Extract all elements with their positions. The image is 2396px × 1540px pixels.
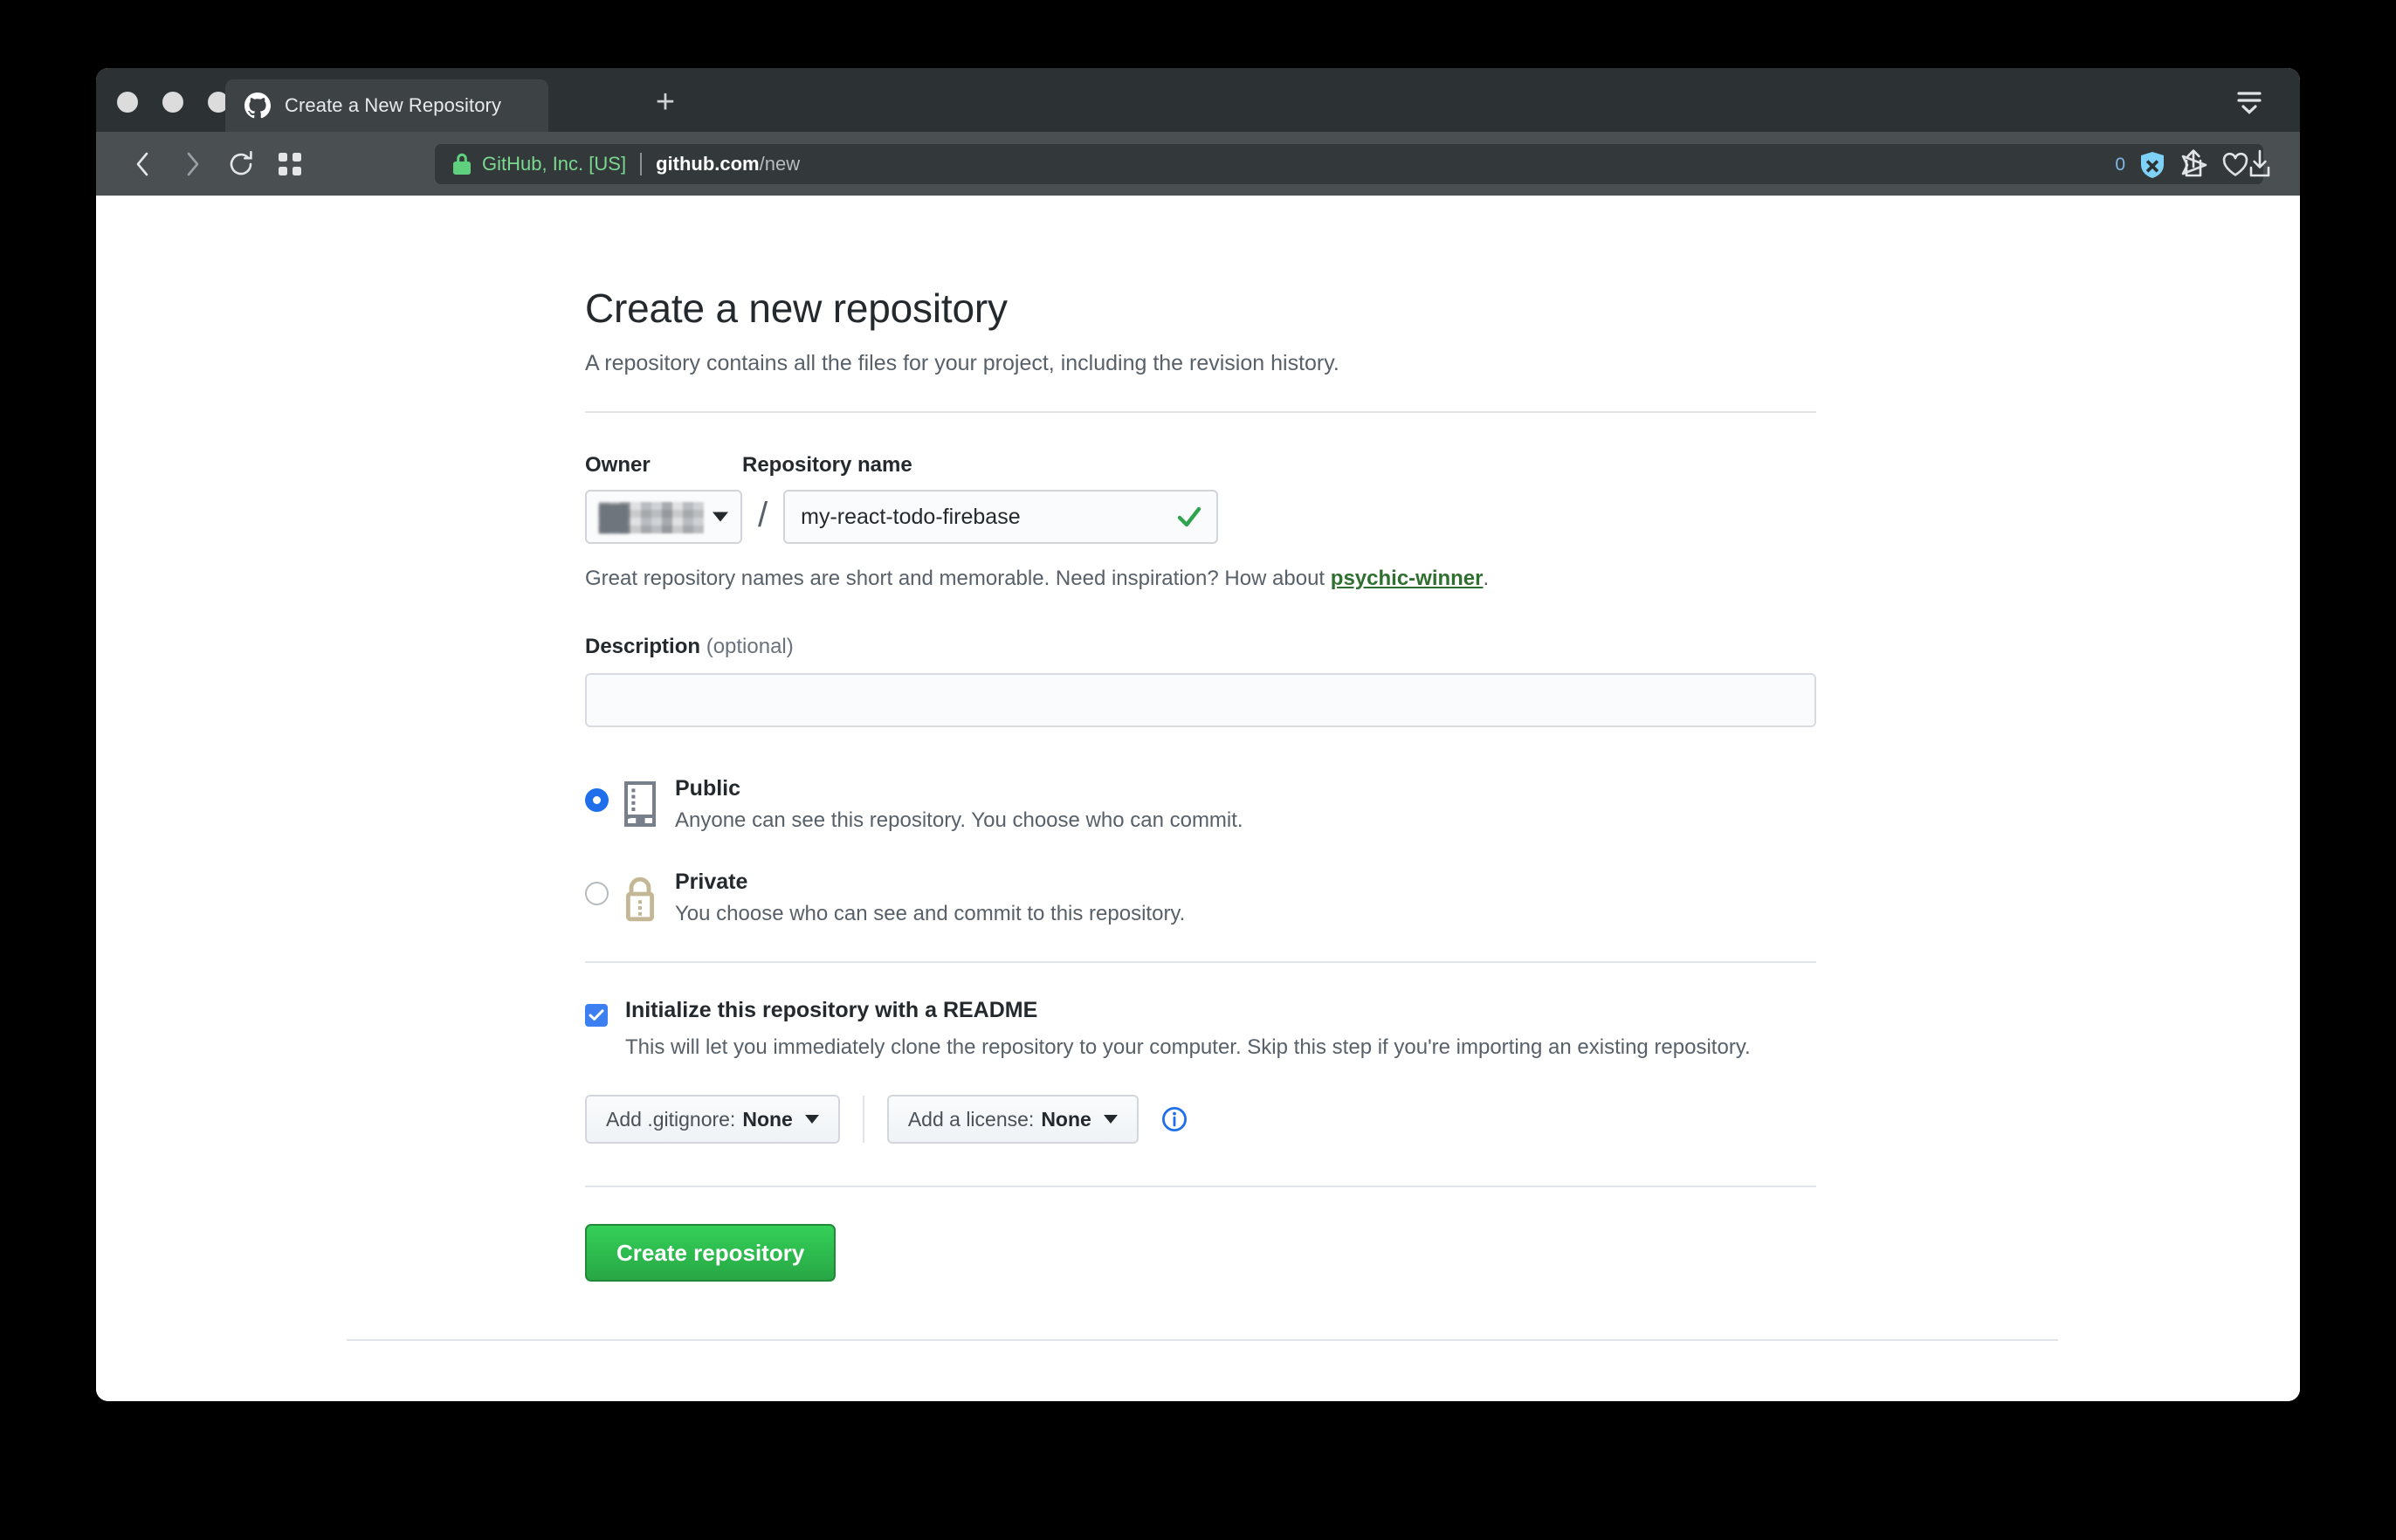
visibility-public-desc: Anyone can see this repository. You choo… bbox=[675, 808, 1243, 832]
repo-book-icon bbox=[621, 781, 659, 828]
repository-name-label: Repository name bbox=[742, 453, 912, 477]
template-dropdowns: Add .gitignore: None Add a license: None bbox=[585, 1095, 1816, 1144]
visibility-private-text: Private You choose who can see and commi… bbox=[675, 870, 1185, 926]
repository-name-input[interactable] bbox=[801, 504, 1201, 530]
chevron-down-icon bbox=[804, 1115, 819, 1124]
brave-shield-icon[interactable] bbox=[2138, 150, 2167, 180]
license-dropdown[interactable]: Add a license: None bbox=[886, 1095, 1139, 1144]
shields-blocked-count: 0 bbox=[2115, 155, 2125, 175]
readme-description: This will let you immediately clone the … bbox=[625, 1035, 1751, 1059]
new-tab-button[interactable]: + bbox=[648, 85, 683, 120]
readme-option: Initialize this repository with a README… bbox=[585, 998, 1816, 1063]
readme-text: Initialize this repository with a README… bbox=[625, 998, 1752, 1063]
security-origin-label: GitHub, Inc. [US] bbox=[482, 153, 627, 175]
owner-repo-inputs: / bbox=[585, 490, 1816, 544]
omnibox-divider bbox=[640, 153, 643, 175]
gitignore-dropdown[interactable]: Add .gitignore: None bbox=[585, 1095, 840, 1144]
owner-select[interactable] bbox=[585, 490, 742, 544]
toolbar-right-actions bbox=[2176, 146, 2277, 182]
reload-icon[interactable] bbox=[217, 140, 265, 189]
info-icon[interactable] bbox=[1161, 1106, 1188, 1132]
visibility-option-private[interactable]: Private You choose who can see and commi… bbox=[585, 870, 1816, 926]
visibility-option-public[interactable]: Public Anyone can see this repository. Y… bbox=[585, 776, 1816, 833]
visibility-private-desc: You choose who can see and commit to thi… bbox=[675, 902, 1186, 925]
radio-public[interactable] bbox=[585, 788, 609, 812]
readme-title: Initialize this repository with a README bbox=[625, 998, 1038, 1022]
page-viewport: Create a new repository A repository con… bbox=[96, 196, 2300, 1401]
repo-name-hint: Great repository names are short and mem… bbox=[585, 567, 1816, 591]
tab-title: Create a New Repository bbox=[285, 94, 502, 116]
browser-toolbar: GitHub, Inc. [US] github.com /new 0 bbox=[96, 132, 2300, 196]
visibility-private-title: Private bbox=[675, 870, 748, 894]
license-prefix: Add a license: bbox=[907, 1107, 1035, 1131]
divider-footer bbox=[347, 1339, 2058, 1341]
radio-private[interactable] bbox=[585, 882, 609, 905]
divider-middle bbox=[585, 961, 1816, 963]
page-title: Create a new repository bbox=[585, 285, 1008, 331]
description-field[interactable] bbox=[585, 673, 1816, 727]
tab-strip: Create a New Repository + bbox=[96, 68, 2300, 132]
browser-window: Create a New Repository + GitHub, Inc. [… bbox=[96, 68, 2300, 1401]
owner-repo-labels: Owner Repository name bbox=[585, 453, 1816, 478]
description-label: Description (optional) bbox=[585, 635, 1816, 659]
close-window-button[interactable] bbox=[117, 92, 138, 113]
divider-top bbox=[585, 411, 1816, 413]
repo-create-form: Create a new repository A repository con… bbox=[347, 196, 2058, 1341]
license-value: None bbox=[1041, 1107, 1091, 1131]
divider-submit bbox=[585, 1186, 1816, 1187]
download-icon[interactable] bbox=[2242, 146, 2277, 182]
chevron-down-icon bbox=[1103, 1115, 1118, 1124]
hint-suffix: . bbox=[1483, 567, 1490, 590]
repository-name-field[interactable] bbox=[783, 490, 1219, 544]
gitignore-value: None bbox=[742, 1107, 793, 1131]
window-traffic-lights bbox=[117, 92, 229, 113]
browser-tab[interactable]: Create a New Repository bbox=[225, 79, 548, 132]
visibility-public-text: Public Anyone can see this repository. Y… bbox=[675, 776, 1243, 833]
gitignore-prefix: Add .gitignore: bbox=[606, 1107, 736, 1131]
lock-icon bbox=[621, 875, 659, 922]
chevron-down-icon bbox=[713, 512, 728, 522]
apps-grid-icon[interactable] bbox=[265, 140, 314, 189]
url-host: github.com bbox=[656, 153, 760, 175]
share-icon[interactable] bbox=[2176, 146, 2211, 182]
readme-checkbox[interactable] bbox=[585, 1004, 608, 1027]
name-suggestion-link[interactable]: psychic-winner bbox=[1331, 567, 1484, 590]
dropdown-divider bbox=[862, 1096, 864, 1143]
visibility-group: Public Anyone can see this repository. Y… bbox=[585, 776, 1816, 926]
owner-value-redacted bbox=[599, 502, 704, 533]
url-path: /new bbox=[759, 153, 801, 175]
back-icon[interactable] bbox=[119, 140, 168, 189]
visibility-public-title: Public bbox=[675, 776, 741, 801]
hint-prefix: Great repository names are short and mem… bbox=[585, 567, 1331, 590]
description-label-text: Description bbox=[585, 635, 701, 658]
forward-icon[interactable] bbox=[168, 140, 217, 189]
minimize-window-button[interactable] bbox=[162, 92, 183, 113]
tab-list-icon[interactable] bbox=[2230, 85, 2269, 118]
description-optional-label: (optional) bbox=[706, 635, 794, 658]
owner-label: Owner bbox=[585, 453, 651, 477]
github-icon bbox=[244, 93, 271, 119]
address-bar[interactable]: GitHub, Inc. [US] github.com /new 0 bbox=[435, 144, 2263, 184]
valid-check-icon bbox=[1176, 504, 1202, 530]
green-lock-icon bbox=[452, 153, 472, 175]
create-repository-button[interactable]: Create repository bbox=[585, 1224, 837, 1282]
page-subtitle: A repository contains all the files for … bbox=[585, 351, 1339, 375]
owner-repo-separator: / bbox=[758, 495, 768, 534]
